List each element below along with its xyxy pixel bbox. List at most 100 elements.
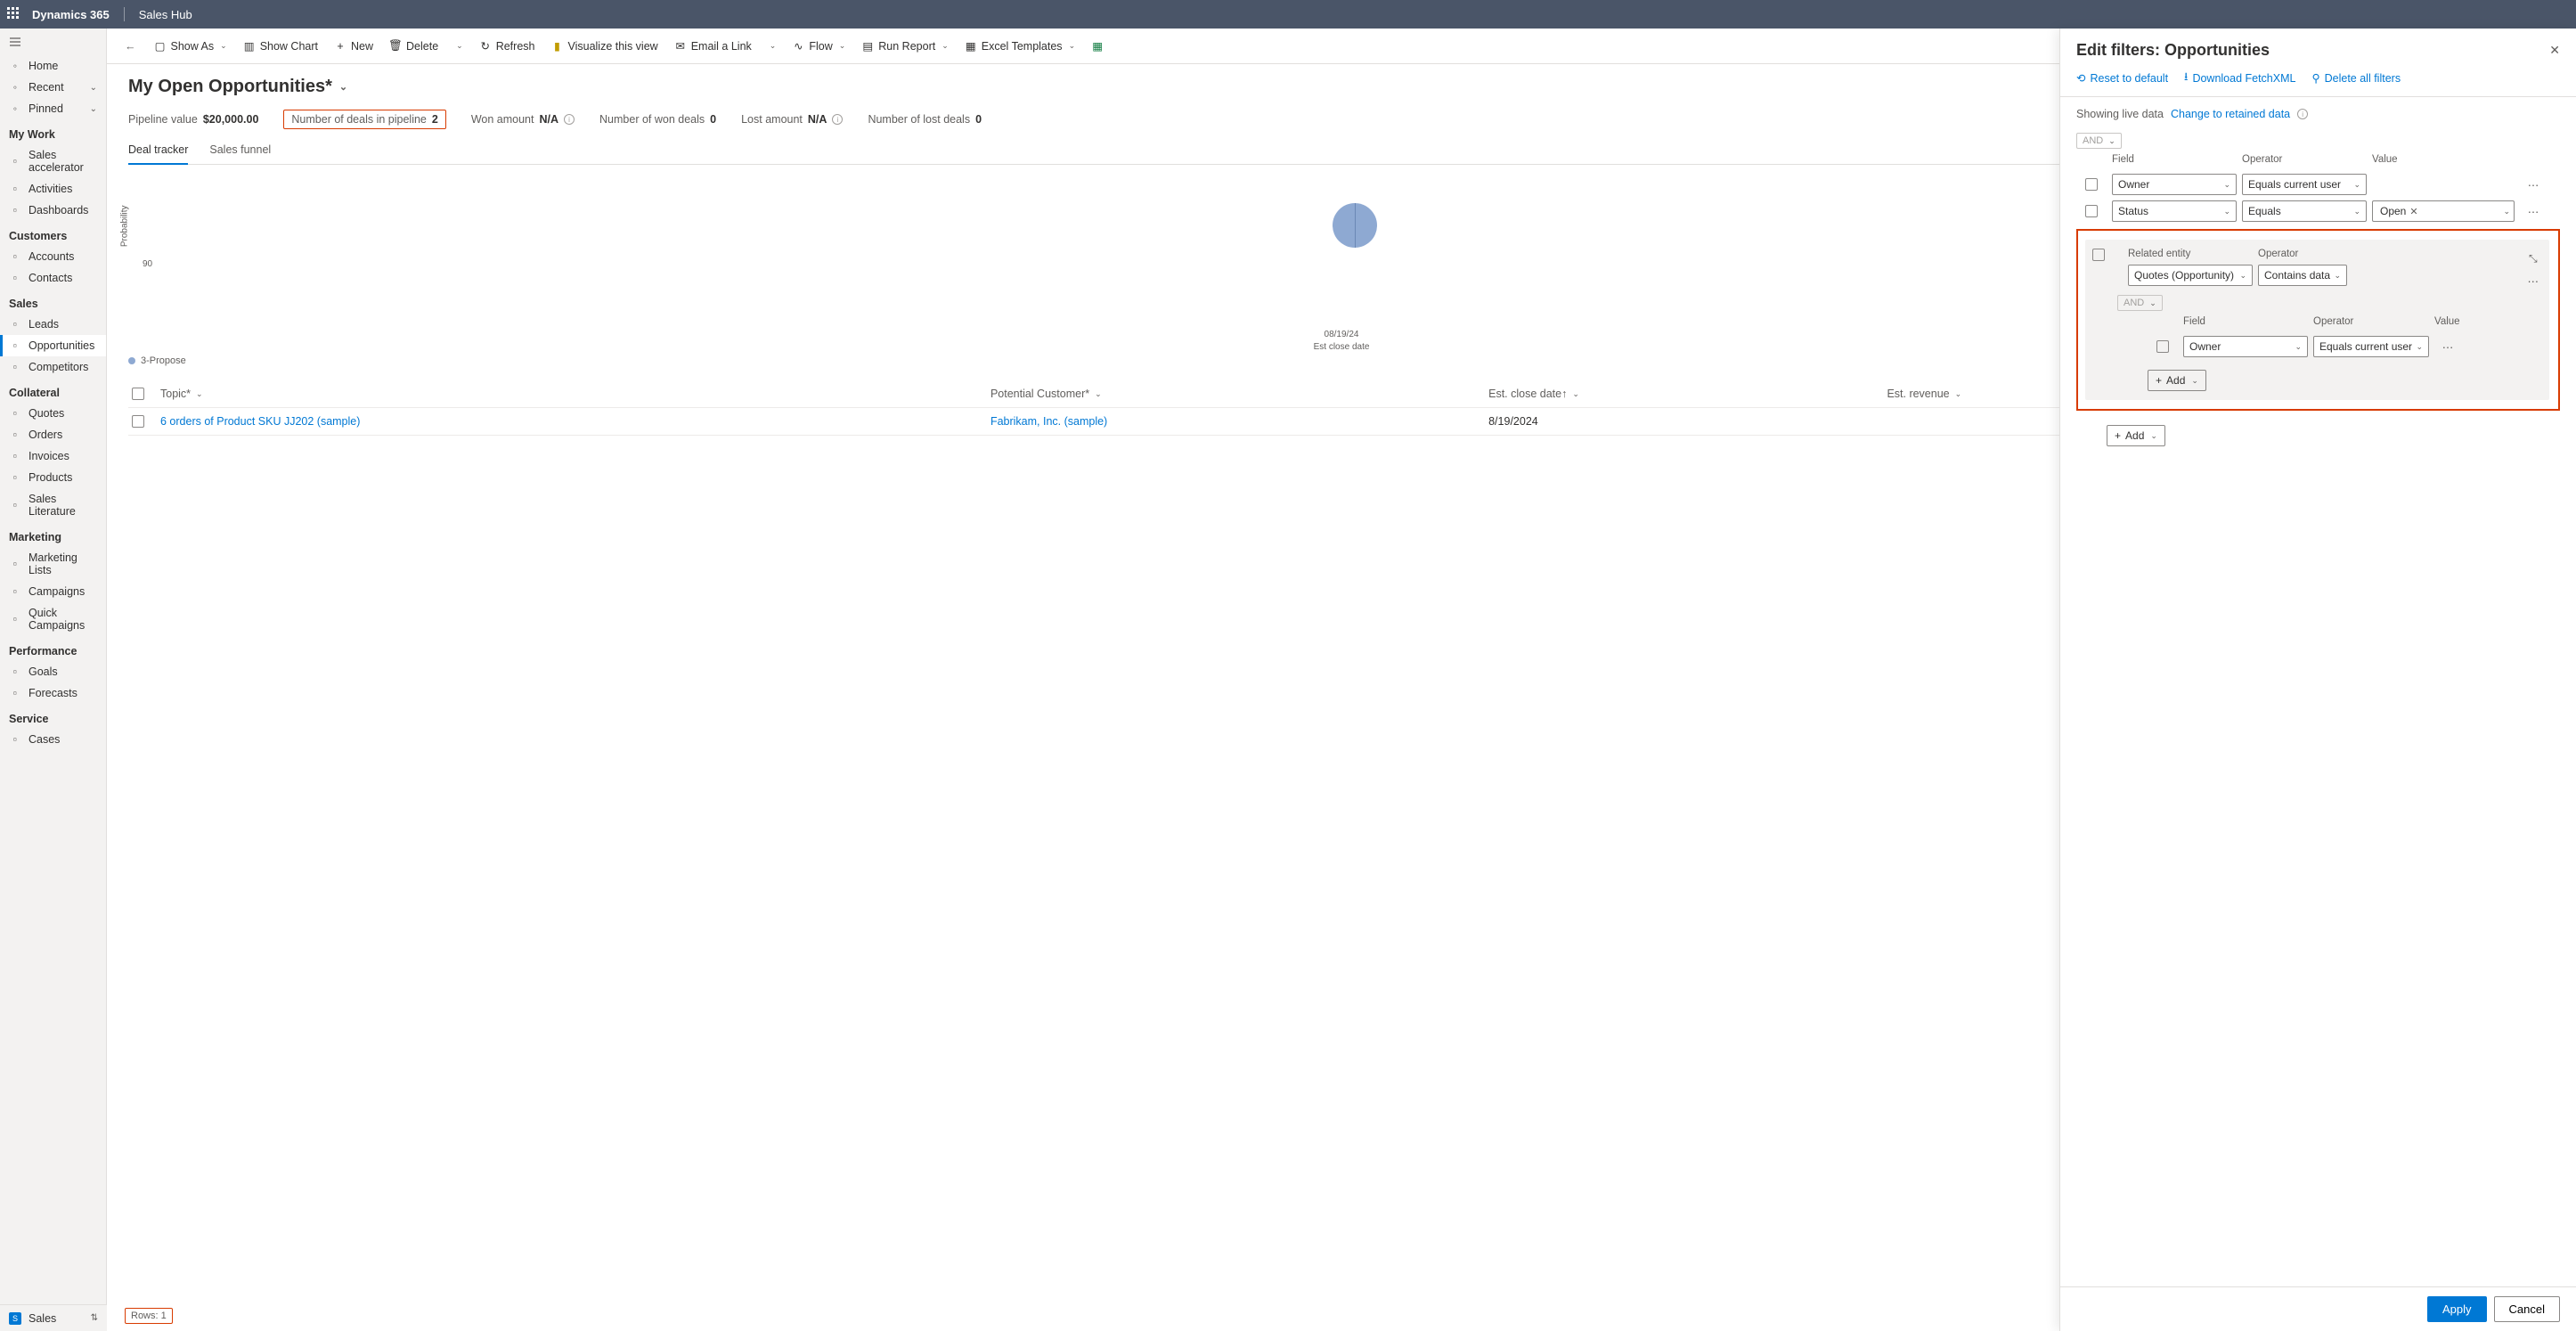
delete-all-filters-button[interactable]: ⚲Delete all filters — [2311, 69, 2401, 87]
info-icon[interactable]: i — [832, 114, 843, 125]
sidebar-item-sales-literature[interactable]: ▫Sales Literature — [0, 488, 106, 522]
sidebar-item-contacts[interactable]: ▫Contacts — [0, 267, 106, 289]
sidebar-item-campaigns[interactable]: ▫Campaigns — [0, 581, 106, 602]
sidebar-item-quotes[interactable]: ▫Quotes — [0, 403, 106, 424]
nested-row-more-icon[interactable]: ⋯ — [2434, 340, 2461, 354]
excel-export-icon[interactable]: ▦ — [1086, 37, 1109, 56]
chevron-down-icon: ⌄ — [1069, 41, 1076, 51]
sidebar-item-sales-accelerator[interactable]: ▫Sales accelerator — [0, 144, 106, 178]
sidebar-item-goals[interactable]: ▫Goals — [0, 661, 106, 682]
change-retained-link[interactable]: Change to retained data — [2171, 108, 2290, 120]
info-icon[interactable]: i — [564, 114, 575, 125]
legend-dot-icon — [128, 357, 135, 364]
tab-sales-funnel[interactable]: Sales funnel — [209, 138, 271, 164]
close-date: 8/19/2024 — [1488, 415, 1887, 428]
show-chart-button[interactable]: ▥Show Chart — [238, 37, 323, 56]
column-est-close-date[interactable]: Est. close date↑⌄ — [1488, 388, 1887, 400]
nested-row-checkbox[interactable] — [2156, 340, 2169, 353]
sidebar-item-invoices[interactable]: ▫Invoices — [0, 445, 106, 467]
value-tagbox[interactable]: Open✕⌄ — [2372, 200, 2515, 222]
operator-select[interactable]: Equals current user⌄ — [2242, 174, 2367, 195]
sidebar-item-opportunities[interactable]: ▫Opportunities — [0, 335, 106, 356]
topic-link[interactable]: 6 orders of Product SKU JJ202 (sample) — [160, 415, 990, 428]
close-icon[interactable]: ✕ — [2549, 43, 2560, 58]
sidebar-item-cases[interactable]: ▫Cases — [0, 729, 106, 750]
new-button[interactable]: +New — [329, 37, 379, 56]
grid-icon: ▫ — [9, 204, 21, 216]
remove-tag-icon[interactable]: ✕ — [2409, 206, 2417, 217]
row-more-icon[interactable]: ⋯ — [2520, 178, 2547, 192]
refresh-button[interactable]: ↻Refresh — [474, 37, 541, 56]
legend-label: 3-Propose — [141, 355, 186, 366]
field-select[interactable]: Status⌄ — [2112, 200, 2237, 222]
email-a-link-button[interactable]: ✉Email a Link — [669, 37, 757, 56]
sidebar-group-sales: Sales — [0, 289, 106, 314]
doc-icon: ▫ — [9, 450, 21, 462]
split-chevron[interactable]: ⌄ — [762, 37, 782, 54]
column-topic[interactable]: Topic*⌄ — [160, 388, 990, 400]
hamburger-icon[interactable] — [0, 29, 106, 55]
back-button[interactable]: ← — [118, 37, 143, 56]
sidebar-item-quick-campaigns[interactable]: ▫Quick Campaigns — [0, 602, 106, 636]
sidebar-item-competitors[interactable]: ▫Competitors — [0, 356, 106, 378]
sidebar-item-activities[interactable]: ▫Activities — [0, 178, 106, 200]
doc-icon: ▫ — [9, 429, 21, 441]
doc-icon: ▫ — [9, 339, 21, 352]
condition-checkbox[interactable] — [2085, 178, 2098, 191]
customer-link[interactable]: Fabrikam, Inc. (sample) — [990, 415, 1488, 428]
reset-to-default-button[interactable]: ⟲Reset to default — [2076, 69, 2168, 87]
row-more-icon[interactable]: ⋯ — [2520, 205, 2547, 218]
chevron-down-icon: ⌄ — [90, 83, 97, 93]
metric-pipeline-value: Pipeline value $20,000.00 — [128, 113, 258, 126]
download-fetchxml-button[interactable]: ⭳Download FetchXML — [2184, 69, 2295, 87]
visualize-this-view-button[interactable]: ▮Visualize this view — [545, 37, 663, 56]
flow-button[interactable]: ∿Flow⌄ — [787, 37, 851, 56]
sidebar-item-pinned[interactable]: ◦Pinned⌄ — [0, 98, 106, 119]
divider — [124, 7, 125, 21]
and-or-toggle[interactable]: AND⌄ — [2076, 133, 2122, 149]
sidebar-item-home[interactable]: ◦Home — [0, 55, 106, 77]
select-all-checkbox[interactable] — [132, 388, 144, 400]
column-potential-customer[interactable]: Potential Customer*⌄ — [990, 388, 1488, 400]
show-as-button[interactable]: ▢Show As⌄ — [149, 37, 232, 56]
sidebar-item-marketing-lists[interactable]: ▫Marketing Lists — [0, 547, 106, 581]
sidebar-item-recent[interactable]: ◦Recent⌄ — [0, 77, 106, 98]
split-chevron[interactable]: ⌄ — [449, 37, 469, 54]
add-condition-button[interactable]: + Add ⌄ — [2107, 425, 2165, 446]
delfilter-icon: ⚲ — [2311, 71, 2319, 85]
operator-select[interactable]: Equals⌄ — [2242, 200, 2367, 222]
delete-button[interactable]: 🗑Delete — [384, 37, 444, 56]
sidebar-item-accounts[interactable]: ▫Accounts — [0, 246, 106, 267]
run-report-button[interactable]: ▤Run Report⌄ — [856, 37, 953, 56]
chevron-down-icon: ⌄ — [1572, 389, 1579, 399]
field-select[interactable]: Owner⌄ — [2112, 174, 2237, 195]
row-checkbox[interactable] — [132, 415, 144, 428]
related-entity-select[interactable]: Quotes (Opportunity)⌄ — [2128, 265, 2253, 286]
related-more-icon[interactable]: ⋯ — [2528, 274, 2539, 288]
sidebar-item-orders[interactable]: ▫Orders — [0, 424, 106, 445]
sidebar-group-collateral: Collateral — [0, 378, 106, 403]
add-nested-condition-button[interactable]: + Add ⌄ — [2148, 370, 2206, 391]
sidebar-item-forecasts[interactable]: ▫Forecasts — [0, 682, 106, 704]
chart-bubble[interactable] — [1333, 203, 1377, 248]
excel-templates-button[interactable]: ▦Excel Templates⌄ — [959, 37, 1080, 56]
live-data-label: Showing live data — [2076, 108, 2164, 120]
apply-button[interactable]: Apply — [2427, 1296, 2487, 1322]
app-launcher-icon[interactable] — [7, 7, 21, 21]
collapse-icon[interactable]: ⤡ — [2529, 252, 2538, 265]
doc-icon: ▫ — [9, 407, 21, 420]
report-icon: ▤ — [861, 40, 874, 53]
related-checkbox[interactable] — [2092, 249, 2105, 261]
sidebar-item-products[interactable]: ▫Products — [0, 467, 106, 488]
related-operator-select[interactable]: Contains data⌄ — [2258, 265, 2347, 286]
tab-deal-tracker[interactable]: Deal tracker — [128, 138, 188, 165]
nested-and-or-toggle[interactable]: AND⌄ — [2117, 295, 2163, 311]
nested-operator-select[interactable]: Equals current user⌄ — [2313, 336, 2429, 357]
cancel-button[interactable]: Cancel — [2494, 1296, 2560, 1322]
condition-checkbox[interactable] — [2085, 205, 2098, 217]
area-switcher[interactable]: S Sales ⇅ — [0, 1304, 107, 1331]
sidebar-item-dashboards[interactable]: ▫Dashboards — [0, 200, 106, 221]
info-icon[interactable]: i — [2297, 109, 2308, 119]
sidebar-item-leads[interactable]: ▫Leads — [0, 314, 106, 335]
nested-field-select[interactable]: Owner⌄ — [2183, 336, 2308, 357]
